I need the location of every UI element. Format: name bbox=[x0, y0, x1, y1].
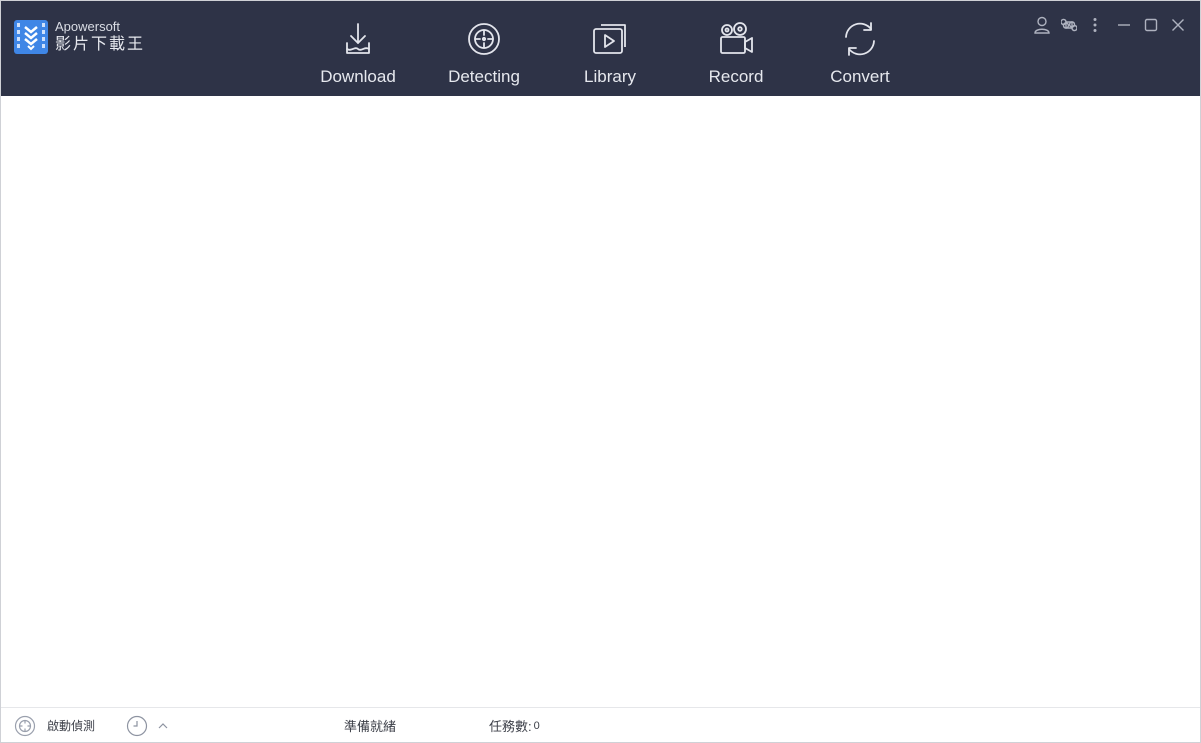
brand-chinese: 影片下載王 bbox=[55, 36, 146, 53]
task-count-label: 任務數: bbox=[489, 719, 532, 734]
close-icon[interactable] bbox=[1166, 13, 1190, 37]
start-detect-button[interactable]: 啟動偵測 bbox=[14, 708, 96, 742]
main-content-area bbox=[1, 96, 1200, 707]
target-small-icon bbox=[14, 715, 36, 736]
app-window: Apowersoft 影片下載王 Download Detecting Libr… bbox=[0, 0, 1201, 743]
task-count-value: 0 bbox=[533, 719, 540, 732]
app-brand: Apowersoft 影片下載王 bbox=[55, 19, 145, 55]
top-header: Apowersoft 影片下載王 Download Detecting Libr… bbox=[1, 1, 1200, 96]
maximize-icon[interactable] bbox=[1139, 13, 1163, 37]
command-icon[interactable] bbox=[1057, 13, 1081, 37]
clock-icon bbox=[126, 715, 148, 736]
expand-up-button[interactable] bbox=[157, 708, 169, 742]
more-vertical-icon[interactable] bbox=[1083, 13, 1107, 37]
target-icon bbox=[468, 23, 500, 55]
nav-detecting-label: Detecting bbox=[448, 67, 520, 86]
video-camera-icon bbox=[720, 22, 753, 54]
schedule-button[interactable] bbox=[126, 708, 148, 742]
nav-record-label: Record bbox=[708, 67, 764, 86]
download-tray-icon bbox=[346, 23, 370, 54]
nav-convert-label: Convert bbox=[830, 67, 890, 86]
convert-arrows-icon bbox=[845, 22, 875, 56]
app-logo-icon bbox=[14, 20, 48, 54]
window-controls bbox=[1030, 13, 1200, 37]
nav-library-label: Library bbox=[584, 67, 636, 86]
video-library-icon bbox=[593, 24, 626, 54]
nav-convert[interactable]: Convert bbox=[805, 19, 915, 93]
nav-library[interactable]: Library bbox=[555, 19, 665, 93]
status-bar: 啟動偵測 準備就緒 任務數: 0 bbox=[1, 707, 1200, 742]
nav-download-label: Download bbox=[320, 67, 396, 86]
start-detect-label: 啟動偵測 bbox=[47, 719, 96, 733]
nav-download[interactable]: Download bbox=[303, 19, 413, 93]
user-icon[interactable] bbox=[1030, 13, 1054, 37]
minimize-icon[interactable] bbox=[1112, 13, 1136, 37]
task-count: 任務數: 0 bbox=[489, 708, 540, 742]
nav-record[interactable]: Record bbox=[681, 19, 791, 93]
chevron-up-icon bbox=[158, 722, 168, 728]
ready-status: 準備就緒 bbox=[344, 719, 397, 734]
nav-detecting[interactable]: Detecting bbox=[429, 19, 539, 93]
brand-english: Apowersoft bbox=[55, 19, 121, 34]
